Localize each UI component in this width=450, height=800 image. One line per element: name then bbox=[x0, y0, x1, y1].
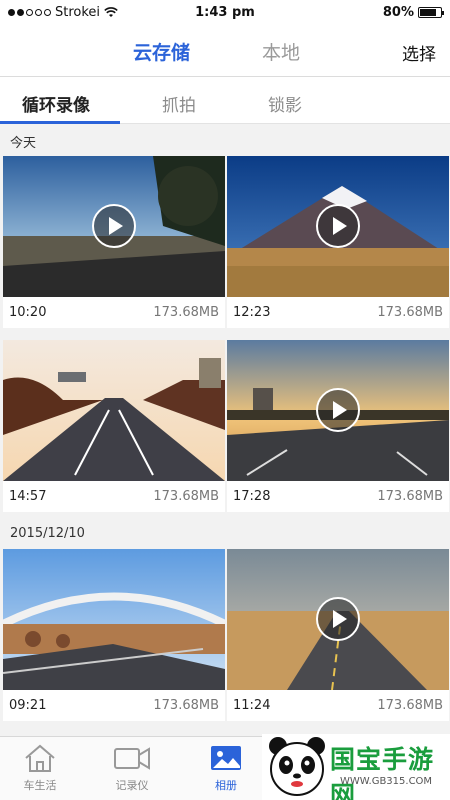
watermark-url: WWW.GB315.COM bbox=[340, 776, 433, 787]
watermark-text: 国宝手游网 bbox=[330, 745, 435, 800]
video-meta: 12:23 173.68MB bbox=[227, 297, 449, 328]
video-time: 14:57 bbox=[9, 489, 47, 504]
video-meta: 09:21 173.68MB bbox=[3, 690, 225, 721]
tab-loop-recording[interactable]: 循环录像 bbox=[22, 91, 90, 116]
active-tab-indicator bbox=[0, 121, 120, 124]
section-label-date: 2015/12/10 bbox=[10, 526, 85, 541]
video-thumbnail bbox=[3, 156, 225, 297]
select-button[interactable]: 选择 bbox=[402, 40, 436, 65]
battery-percent: 80% bbox=[382, 4, 414, 20]
photo-icon bbox=[211, 746, 241, 770]
status-bar: Strokei 1:43 pm 80% bbox=[0, 0, 450, 24]
nav-item-car-life[interactable]: 车生活 bbox=[0, 743, 80, 793]
nav-item-album[interactable]: 相册 bbox=[186, 743, 266, 793]
video-camera-icon bbox=[114, 747, 150, 770]
video-size: 173.68MB bbox=[377, 489, 443, 504]
tab-cloud-storage[interactable]: 云存储 bbox=[133, 38, 190, 65]
video-thumbnail bbox=[227, 340, 449, 481]
video-card[interactable]: 12:23 173.68MB bbox=[227, 156, 449, 328]
video-card[interactable]: 10:20 173.68MB bbox=[3, 156, 225, 328]
tab-local[interactable]: 本地 bbox=[262, 38, 300, 65]
video-card[interactable]: 17:28 173.68MB bbox=[227, 340, 449, 512]
play-icon[interactable] bbox=[316, 204, 360, 248]
video-size: 173.68MB bbox=[377, 698, 443, 713]
video-thumbnail bbox=[3, 549, 225, 690]
video-card[interactable]: 11:24 173.68MB bbox=[227, 549, 449, 721]
home-icon bbox=[25, 744, 55, 772]
video-size: 173.68MB bbox=[153, 698, 219, 713]
nav-label: 记录仪 bbox=[115, 779, 149, 792]
video-time: 12:23 bbox=[233, 305, 271, 320]
video-time: 09:21 bbox=[9, 698, 47, 713]
watermark: 国宝手游网 WWW.GB315.COM bbox=[262, 734, 450, 800]
video-card[interactable]: 14:57 173.68MB bbox=[3, 340, 225, 512]
nav-label: 车生活 bbox=[23, 779, 57, 792]
battery-icon bbox=[418, 6, 444, 18]
tab-locked-video[interactable]: 锁影 bbox=[268, 91, 302, 116]
play-icon[interactable] bbox=[316, 388, 360, 432]
nav-label: 相册 bbox=[215, 779, 237, 792]
header: 云存储 本地 选择 bbox=[0, 24, 450, 76]
video-meta: 10:20 173.68MB bbox=[3, 297, 225, 328]
video-card[interactable]: 09:21 173.68MB bbox=[3, 549, 225, 721]
video-thumbnail bbox=[3, 340, 225, 481]
video-thumbnail bbox=[227, 549, 449, 690]
status-right: 80% bbox=[382, 4, 444, 20]
panda-logo-icon bbox=[269, 737, 325, 796]
video-size: 173.68MB bbox=[377, 305, 443, 320]
sub-tabs: 循环录像 抓拍 锁影 bbox=[0, 76, 450, 124]
video-thumbnail bbox=[227, 156, 449, 297]
video-time: 11:24 bbox=[233, 698, 271, 713]
video-size: 173.68MB bbox=[153, 305, 219, 320]
screen: Strokei 1:43 pm 80% 云存储 本地 选择 循环录像 抓拍 锁影… bbox=[0, 0, 450, 800]
play-icon[interactable] bbox=[316, 597, 360, 641]
video-time: 10:20 bbox=[9, 305, 47, 320]
section-label-today: 今天 bbox=[10, 136, 37, 151]
play-icon[interactable] bbox=[92, 204, 136, 248]
video-meta: 17:28 173.68MB bbox=[227, 481, 449, 512]
tab-snapshot[interactable]: 抓拍 bbox=[162, 91, 196, 116]
video-size: 173.68MB bbox=[153, 489, 219, 504]
video-meta: 11:24 173.68MB bbox=[227, 690, 449, 721]
video-time: 17:28 bbox=[233, 489, 271, 504]
nav-item-recorder[interactable]: 记录仪 bbox=[92, 743, 172, 793]
video-meta: 14:57 173.68MB bbox=[3, 481, 225, 512]
